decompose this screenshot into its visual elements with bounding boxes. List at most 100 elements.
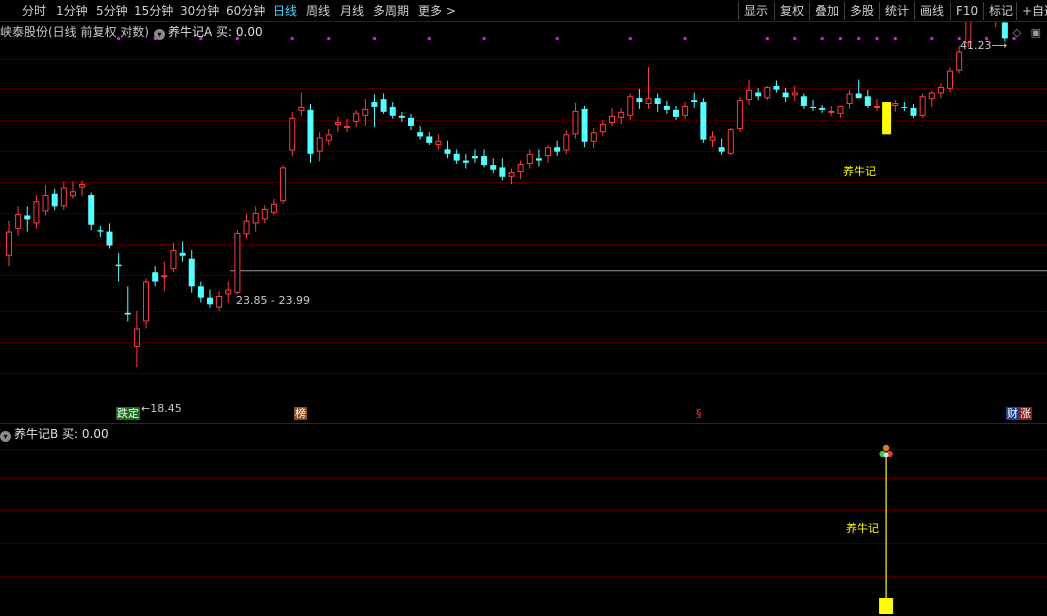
period-tab-5[interactable]: 60分钟: [226, 3, 265, 19]
tool-button-5[interactable]: 画线: [914, 2, 949, 20]
period-tab-9[interactable]: 多周期: [373, 3, 409, 19]
candle-body: [188, 258, 195, 287]
candle-body: [344, 125, 351, 129]
candle-body: [709, 136, 716, 141]
candle-body: [800, 96, 807, 106]
candle-body: [873, 105, 880, 108]
sub-title-bar: ▾ 养牛记B 买: 0.00: [0, 426, 109, 442]
candle-body: [408, 117, 414, 126]
indicator-settings-icon[interactable]: ▾: [154, 29, 165, 40]
candlestick-chart[interactable]: [0, 22, 1047, 422]
kline-panel[interactable]: 峡泰股份(日线 前复权 对数) ▾ 养牛记A 买: 0.00 ◇ ▣ 41.23⟶ …: [0, 22, 1047, 422]
candle-body: [197, 286, 204, 298]
tool-button-7[interactable]: 标记: [983, 2, 1018, 20]
candle-body: [855, 93, 862, 99]
indicator-b-settings-icon[interactable]: ▾: [0, 431, 11, 442]
candle-body: [937, 86, 944, 94]
candle-body: [152, 272, 159, 282]
signal-dot: [372, 37, 376, 40]
signal-ball-center: [883, 452, 889, 458]
tag-cai[interactable]: 财: [1006, 407, 1019, 420]
candle-body: [846, 93, 853, 104]
tag-zhang[interactable]: 涨: [1019, 407, 1032, 420]
diamond-icon[interactable]: ◇: [1013, 26, 1021, 39]
candle-body: [837, 105, 844, 114]
candle-body: [462, 160, 469, 163]
candle-body: [88, 194, 95, 225]
candle-body: [426, 136, 433, 143]
candle-body: [307, 109, 314, 154]
indicator-a-title[interactable]: 养牛记A 买: 0.00: [168, 25, 263, 39]
candle-body: [947, 70, 954, 89]
tool-button-0[interactable]: 显示: [738, 2, 773, 20]
indicator-panel[interactable]: ▾ 养牛记B 买: 0.00 养牛记: [0, 423, 1047, 615]
candle-body: [691, 100, 698, 103]
candle-body: [243, 220, 250, 235]
panel-corner-icons: ◇ ▣: [1013, 26, 1041, 39]
period-tab-8[interactable]: 月线: [340, 3, 364, 19]
candle-body: [33, 201, 40, 224]
candle-body: [581, 108, 588, 142]
period-tab-2[interactable]: 5分钟: [96, 3, 128, 19]
period-tab-7[interactable]: 周线: [306, 3, 330, 19]
tool-button-3[interactable]: 多股: [844, 2, 879, 20]
tool-button-2[interactable]: 叠加: [809, 2, 844, 20]
candle-body: [508, 172, 515, 177]
signal-dot: [793, 37, 797, 40]
candle-body: [956, 51, 963, 71]
period-tab-10[interactable]: 更多 >: [418, 3, 456, 19]
candle-body: [682, 105, 689, 116]
candle-body: [627, 96, 634, 116]
candle-body: [645, 98, 652, 104]
candle-body: [1001, 22, 1008, 39]
max-arrow: ⟶: [991, 39, 1008, 52]
tag-bang[interactable]: 榜: [294, 407, 307, 420]
candle-body: [51, 193, 58, 207]
candle-body: [261, 208, 268, 220]
signal-dot: [875, 37, 879, 40]
candle-body: [755, 92, 762, 97]
tool-button-6[interactable]: F10: [950, 2, 983, 20]
top-toolbar: 分时 1分钟 5分钟 15分钟 30分钟 60分钟 日线 周线 月线 多周期 更多 > 显示 复权 叠加…: [0, 0, 1047, 22]
candle-body: [636, 98, 643, 103]
period-tab-1[interactable]: 1分钟: [56, 3, 88, 19]
min-price-value: 18.45: [150, 402, 182, 415]
candle-body: [371, 102, 378, 107]
indicator-b-title[interactable]: 养牛记B 买: 0.00: [14, 427, 109, 441]
tag-dieding[interactable]: 跌定: [116, 407, 140, 420]
window-icon[interactable]: ▣: [1031, 26, 1041, 39]
candle-body: [362, 108, 369, 116]
candle-body: [225, 289, 232, 295]
tool-button-1[interactable]: 复权: [774, 2, 809, 20]
candle-body: [727, 129, 734, 154]
candle-body: [764, 86, 771, 99]
candle-body: [901, 106, 908, 108]
min-price-label: ←18.45: [141, 402, 182, 415]
indicator-chart[interactable]: [0, 424, 1047, 616]
candle-body: [435, 140, 442, 146]
period-tab-6[interactable]: 日线: [273, 3, 297, 19]
candle-body: [654, 98, 661, 104]
tool-button-4[interactable]: 统计: [879, 2, 914, 20]
candle-body: [490, 165, 497, 170]
tool-button-8[interactable]: +自选: [1016, 2, 1047, 20]
candle-body: [106, 231, 113, 246]
candle-body: [517, 163, 524, 173]
candle-body: [115, 264, 122, 267]
candle-body: [609, 115, 615, 123]
candle-body: [746, 89, 753, 101]
candle-body: [782, 92, 789, 98]
candle-body: [60, 187, 67, 207]
signal-dot: [555, 37, 559, 40]
candle-body: [618, 111, 625, 118]
signal-dot: [893, 37, 897, 40]
signal-dot: [930, 37, 934, 40]
candle-body: [892, 103, 899, 106]
candle-body: [380, 99, 387, 112]
candle-body: [124, 312, 131, 315]
period-tab-0[interactable]: 分时: [22, 3, 46, 19]
period-tab-3[interactable]: 15分钟: [134, 3, 173, 19]
period-tab-4[interactable]: 30分钟: [180, 3, 219, 19]
tag-section[interactable]: §: [695, 407, 703, 420]
stock-title[interactable]: 峡泰股份(日线 前复权 对数): [0, 25, 149, 39]
